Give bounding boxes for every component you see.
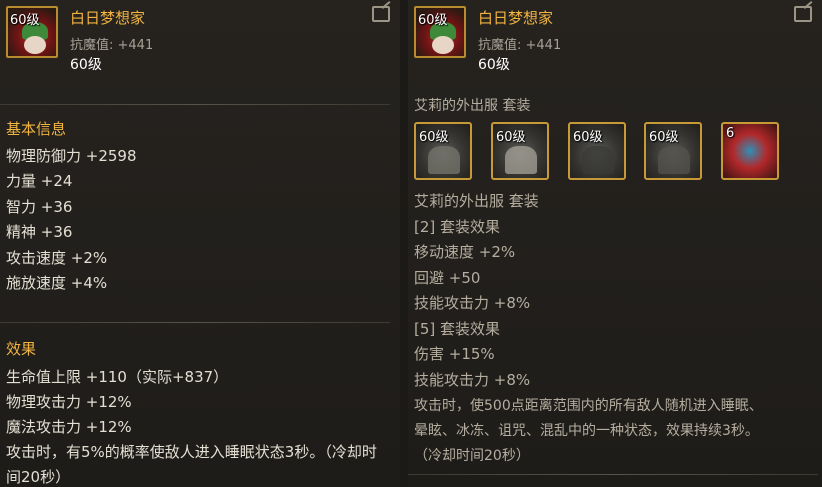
set-item-slot[interactable]: 60级	[414, 122, 472, 180]
item-level: 60级	[70, 57, 102, 73]
right-tooltip-panel: 60级 白日梦想家 抗魔值: +441 60级 艾莉的外出服 套装 60级 60…	[408, 0, 822, 487]
magic-resist-value: 抗魔值: +441	[70, 38, 154, 53]
face-shape	[24, 36, 46, 54]
costume-item-icon[interactable]: 60级	[414, 6, 466, 58]
set-effect-line: 回避 +50	[414, 269, 481, 287]
item-name: 白日梦想家	[70, 9, 146, 27]
effect-description: 攻击时，有5%的概率使敌人进入睡眠状态3秒。（冷却时	[6, 443, 377, 461]
bottom-divider	[408, 474, 818, 475]
face-shape	[432, 36, 454, 54]
set-item-shape	[658, 146, 690, 174]
slot-level-badge: 60级	[419, 130, 449, 145]
stat-line: 物理防御力 +2598	[6, 147, 137, 165]
set-effect-line: 伤害 +15%	[414, 345, 495, 363]
share-icon[interactable]	[372, 6, 390, 22]
stat-line: 施放速度 +4%	[6, 274, 108, 292]
set-item-shape	[505, 146, 537, 174]
section-divider	[0, 322, 390, 323]
effect-line: 魔法攻击力 +12%	[6, 418, 132, 436]
slot-level-badge: 60级	[496, 130, 526, 145]
item-level: 60级	[478, 57, 510, 73]
set-item-slot[interactable]: 6	[721, 122, 779, 180]
item-level-badge: 60级	[10, 13, 40, 28]
stat-line: 精神 +36	[6, 223, 73, 241]
set-item-shape	[428, 146, 460, 174]
stat-line: 智力 +36	[6, 198, 73, 216]
set-item-slot[interactable]: 60级	[491, 122, 549, 180]
item-name: 白日梦想家	[478, 9, 554, 27]
item-level-badge: 60级	[418, 13, 448, 28]
set-description: （冷却时间20秒）	[414, 448, 530, 464]
effect-line: 物理攻击力 +12%	[6, 393, 132, 411]
header-divider	[0, 104, 390, 105]
set-effect-line: 移动速度 +2%	[414, 243, 516, 261]
costume-item-icon[interactable]: 60级	[6, 6, 58, 58]
set-header: 艾莉的外出服 套装	[414, 98, 531, 114]
set-effect-line: [5] 套装效果	[414, 320, 501, 338]
set-description: 攻击时，使500点距离范围内的所有敌人随机进入睡眠、	[414, 398, 763, 414]
slot-level-badge: 60级	[573, 130, 603, 145]
effect-title: 效果	[6, 340, 37, 358]
set-effect-line: 技能攻击力 +8%	[414, 294, 531, 312]
left-tooltip-panel: 60级 白日梦想家 抗魔值: +441 60级 基本信息 物理防御力 +2598…	[0, 0, 400, 487]
basic-info-title: 基本信息	[6, 120, 67, 138]
set-item-slot[interactable]: 60级	[644, 122, 702, 180]
effect-line: 生命值上限 +110（实际+837）	[6, 368, 229, 386]
set-description: 晕眩、冰冻、诅咒、混乱中的一种状态，效果持续3秒。	[414, 423, 759, 439]
item-header: 60级 白日梦想家 抗魔值: +441 60级	[0, 0, 400, 78]
slot-level-badge: 60级	[649, 130, 679, 145]
item-header: 60级 白日梦想家 抗魔值: +441 60级	[408, 0, 822, 78]
set-item-shape	[582, 146, 614, 174]
set-effect-line: [2] 套装效果	[414, 218, 501, 236]
magic-resist-value: 抗魔值: +441	[478, 38, 562, 53]
set-effect-line: 技能攻击力 +8%	[414, 371, 531, 389]
stat-line: 攻击速度 +2%	[6, 249, 108, 267]
slot-level-badge: 6	[726, 126, 735, 141]
stat-line: 力量 +24	[6, 172, 73, 190]
set-name: 艾莉的外出服 套装	[414, 192, 539, 210]
set-item-slot[interactable]: 60级	[568, 122, 626, 180]
share-icon[interactable]	[794, 6, 812, 22]
effect-description: 间20秒）	[6, 468, 71, 486]
